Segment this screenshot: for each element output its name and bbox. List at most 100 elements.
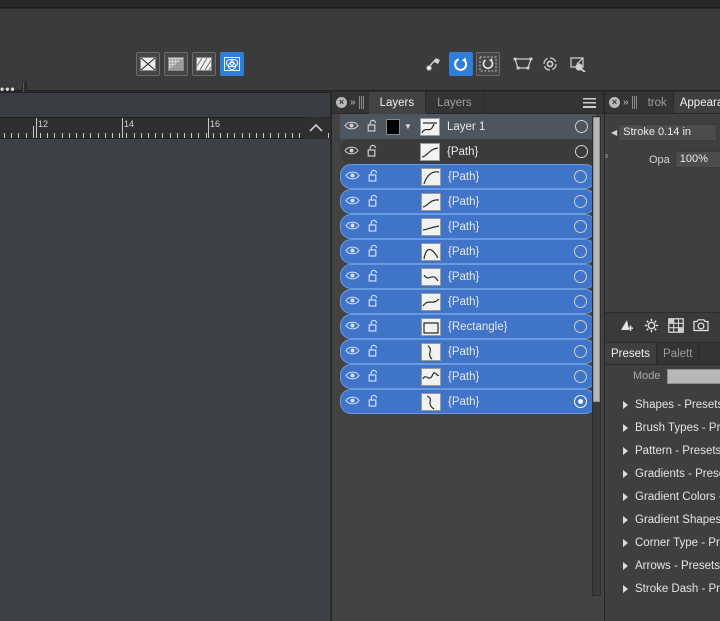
tab-stroke[interactable]: trok: [642, 92, 674, 113]
opacity-field[interactable]: 100%: [675, 151, 720, 168]
layer-target-circle[interactable]: [574, 320, 587, 333]
tab-layers-primary[interactable]: Layers: [369, 92, 427, 114]
caret-left-icon[interactable]: ◀: [611, 128, 617, 137]
layer-row[interactable]: {Path}: [340, 239, 596, 264]
rotate-icon[interactable]: [449, 52, 473, 76]
panel-resize-handle[interactable]: [605, 154, 608, 158]
panel-menu-button[interactable]: [576, 92, 603, 113]
eye-visibility-icon[interactable]: [341, 345, 363, 359]
layer-target-circle[interactable]: [574, 295, 587, 308]
triangle-right-icon[interactable]: [623, 447, 628, 455]
layer-row[interactable]: {Rectangle}: [340, 314, 596, 339]
tab-layers-secondary[interactable]: Layers: [426, 92, 484, 113]
free-transform-icon[interactable]: [476, 52, 500, 76]
scrollbar-thumb[interactable]: [593, 117, 600, 402]
eye-visibility-icon[interactable]: [341, 295, 363, 309]
layer-row[interactable]: {Path}: [340, 264, 596, 289]
triangle-right-icon[interactable]: [623, 470, 628, 478]
preset-group-item[interactable]: Brush Types - Pres: [605, 416, 720, 439]
triangle-right-icon[interactable]: [623, 539, 628, 547]
layer-target-circle[interactable]: [575, 145, 588, 158]
canvas-area[interactable]: 121416: [0, 92, 330, 621]
lock-icon[interactable]: [362, 119, 384, 135]
perspective-icon[interactable]: [511, 52, 535, 76]
layer-thumbnail[interactable]: [420, 118, 440, 136]
eye-visibility-icon[interactable]: [341, 220, 363, 234]
layer-thumbnail[interactable]: [421, 343, 441, 361]
eye-visibility-icon[interactable]: [341, 320, 363, 334]
eye-visibility-icon[interactable]: [341, 395, 363, 409]
lock-icon[interactable]: [363, 344, 385, 360]
layer-target-circle[interactable]: [574, 220, 587, 233]
tab-presets[interactable]: Presets: [605, 343, 657, 364]
triangle-right-icon[interactable]: [623, 562, 628, 570]
chevron-down-icon[interactable]: ▼: [400, 122, 416, 131]
eye-visibility-icon[interactable]: [341, 170, 363, 184]
target-icon[interactable]: [538, 52, 562, 76]
document-canvas[interactable]: [0, 139, 330, 621]
tab-palette[interactable]: Palett: [657, 343, 699, 364]
layer-target-circle[interactable]: [574, 195, 587, 208]
layer-thumbnail[interactable]: [421, 218, 441, 236]
layer-thumbnail[interactable]: [421, 393, 441, 411]
layer-row[interactable]: {Path}: [340, 289, 596, 314]
layer-row[interactable]: {Path}: [340, 214, 596, 239]
layer-row[interactable]: {Path}: [340, 189, 596, 214]
layer-thumbnail[interactable]: [421, 168, 441, 186]
layer-color-swatch[interactable]: [386, 119, 400, 135]
layer-target-circle[interactable]: [574, 395, 587, 408]
layer-list-scrollbar[interactable]: [592, 116, 601, 596]
add-preset-icon[interactable]: [619, 318, 635, 338]
lock-icon[interactable]: [363, 369, 385, 385]
triangle-right-icon[interactable]: [623, 493, 628, 501]
layer-target-circle[interactable]: [574, 270, 587, 283]
lock-icon[interactable]: [363, 244, 385, 260]
preset-group-item[interactable]: Shapes - Presets: [605, 393, 720, 416]
lock-icon[interactable]: [363, 394, 385, 410]
preset-group-item[interactable]: Gradients - Preset: [605, 462, 720, 485]
triangle-right-icon[interactable]: [623, 516, 628, 524]
tab-appearance[interactable]: Appeara: [674, 92, 720, 113]
presets-list[interactable]: Shapes - PresetsBrush Types - PresPatter…: [605, 387, 720, 600]
layer-row[interactable]: {Path}: [340, 139, 596, 164]
chevron-up-icon[interactable]: [306, 117, 326, 139]
eye-visibility-icon[interactable]: [341, 370, 363, 384]
layer-thumbnail[interactable]: [421, 318, 441, 336]
layer-thumbnail[interactable]: [421, 268, 441, 286]
close-icon[interactable]: ×: [609, 97, 620, 108]
triangle-right-icon[interactable]: [623, 401, 628, 409]
fill-mesh-icon[interactable]: [220, 52, 244, 76]
preset-group-item[interactable]: Stroke Dash - Pres: [605, 577, 720, 600]
stroke-width-field[interactable]: Stroke 0.14 in: [618, 124, 717, 141]
mode-dropdown[interactable]: [667, 369, 720, 384]
layer-row[interactable]: {Path}: [340, 364, 596, 389]
layer-list[interactable]: ▼Layer 1{Path}{Path}{Path}{Path}{Path}{P…: [332, 114, 604, 621]
preset-group-item[interactable]: Gradient Shapes -: [605, 508, 720, 531]
eye-visibility-icon[interactable]: [341, 245, 363, 259]
select-node-icon[interactable]: [422, 52, 446, 76]
layer-target-circle[interactable]: [574, 245, 587, 258]
layer-thumbnail[interactable]: [421, 193, 441, 211]
lock-icon[interactable]: [362, 144, 384, 160]
lock-icon[interactable]: [363, 219, 385, 235]
layer-target-circle[interactable]: [574, 170, 587, 183]
fill-pattern-icon[interactable]: [164, 52, 188, 76]
eye-visibility-icon[interactable]: [340, 120, 362, 134]
preset-group-item[interactable]: Corner Type - Pre: [605, 531, 720, 554]
triangle-right-icon[interactable]: [623, 424, 628, 432]
eye-visibility-icon[interactable]: [340, 145, 362, 159]
horizontal-ruler[interactable]: 121416: [0, 117, 330, 139]
preset-group-item[interactable]: Pattern - Presets: [605, 439, 720, 462]
eye-visibility-icon[interactable]: [341, 270, 363, 284]
layer-thumbnail[interactable]: [421, 368, 441, 386]
swatch-grid-icon[interactable]: [668, 318, 684, 338]
layer-row[interactable]: {Path}: [340, 389, 596, 414]
fill-gradient-icon[interactable]: [192, 52, 216, 76]
close-icon[interactable]: ×: [336, 97, 347, 108]
envelope-distort-icon[interactable]: [565, 52, 589, 76]
lock-icon[interactable]: [363, 319, 385, 335]
chevron-double-right-icon[interactable]: »: [350, 97, 356, 108]
layer-row[interactable]: ▼Layer 1: [340, 114, 596, 139]
eye-visibility-icon[interactable]: [341, 195, 363, 209]
panel-drag-handle[interactable]: [359, 96, 364, 109]
